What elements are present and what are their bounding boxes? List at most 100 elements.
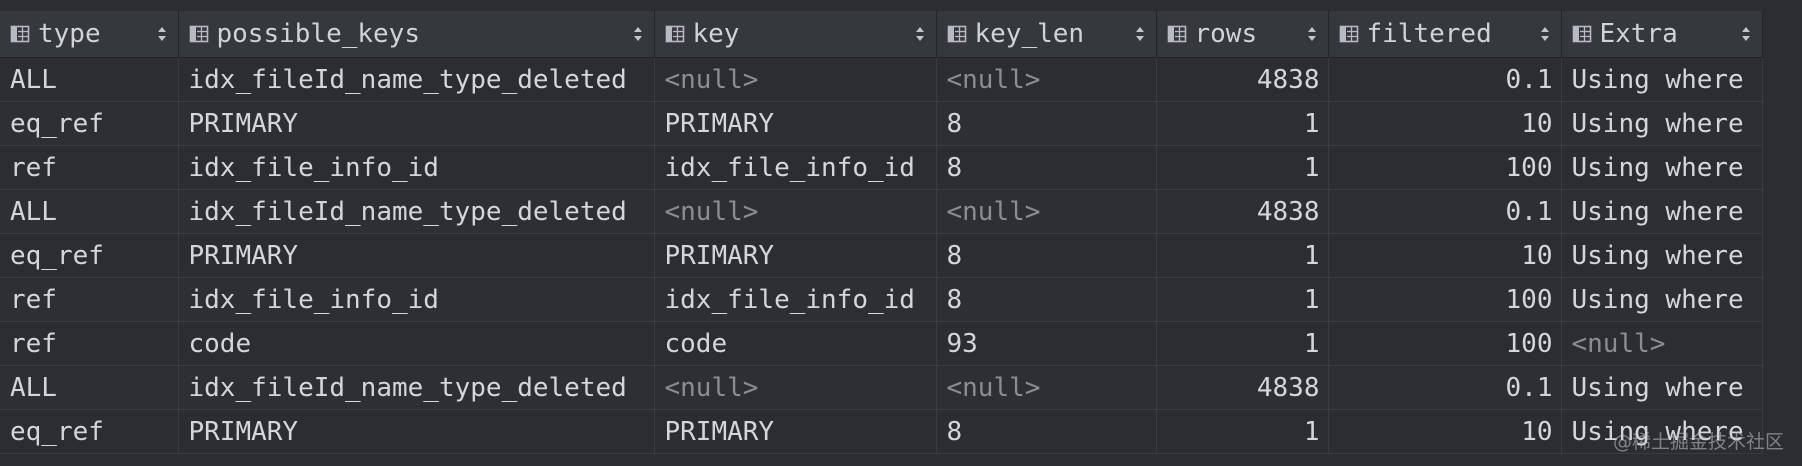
table-row[interactable]: ALL idx_fileId_name_type_deleted <null> <nu… xyxy=(0,57,1763,102)
cell-possible-keys[interactable]: idx_fileId_name_type_deleted xyxy=(178,57,655,102)
watermark: @稀土掘金技术社区 xyxy=(1612,431,1784,453)
cell-possible-keys[interactable]: idx_fileId_name_type_deleted xyxy=(178,365,655,410)
cell-rows[interactable]: 1 xyxy=(1156,101,1329,146)
cell-key[interactable]: <null> xyxy=(654,365,937,410)
sort-arrows-icon[interactable] xyxy=(1134,23,1146,45)
cell-rows[interactable]: 4838 xyxy=(1156,57,1329,102)
cell-key-len[interactable]: <null> xyxy=(936,189,1157,234)
cell-possible-keys[interactable]: idx_fileId_name_type_deleted xyxy=(178,189,655,234)
cell-possible-keys[interactable]: PRIMARY xyxy=(178,233,655,278)
cell-extra[interactable]: Using where xyxy=(1561,189,1763,234)
column-header-filtered[interactable]: filtered xyxy=(1328,11,1562,58)
table-row[interactable]: eq_ref PRIMARY PRIMARY 8 1 10 Using where xyxy=(0,101,1763,146)
cell-type[interactable]: ALL xyxy=(0,57,179,102)
cell-filtered[interactable]: 100 xyxy=(1328,277,1562,322)
table-row[interactable]: ref code code 93 1 100 <null> xyxy=(0,321,1763,366)
table-column-icon xyxy=(665,25,684,43)
cell-possible-keys[interactable]: PRIMARY xyxy=(178,409,655,454)
table-row[interactable]: eq_ref PRIMARY PRIMARY 8 1 10 Using where xyxy=(0,409,1763,454)
cell-filtered[interactable]: 100 xyxy=(1328,321,1562,366)
cell-type[interactable]: ref xyxy=(0,277,179,322)
cell-rows[interactable]: 1 xyxy=(1156,277,1329,322)
cell-extra[interactable]: Using where xyxy=(1561,233,1763,278)
cell-type[interactable]: ALL xyxy=(0,189,179,234)
cell-extra[interactable]: Using where xyxy=(1561,365,1763,410)
column-header-label: key_len xyxy=(974,19,1085,49)
column-header-label: rows xyxy=(1194,19,1258,49)
column-header-possible-keys[interactable]: possible_keys xyxy=(178,11,655,58)
cell-rows[interactable]: 1 xyxy=(1156,321,1329,366)
table-column-icon xyxy=(1572,25,1591,43)
cell-filtered[interactable]: 0.1 xyxy=(1328,57,1562,102)
table-column-icon xyxy=(1339,25,1358,43)
column-header-type[interactable]: type xyxy=(0,11,179,58)
column-header-label: possible_keys xyxy=(216,19,421,49)
cell-possible-keys[interactable]: idx_file_info_id xyxy=(178,145,655,190)
sort-arrows-icon[interactable] xyxy=(1306,23,1318,45)
table-row[interactable]: ALL idx_fileId_name_type_deleted <null> <nu… xyxy=(0,365,1763,410)
cell-extra[interactable]: Using where xyxy=(1561,145,1763,190)
cell-key-len[interactable]: 8 xyxy=(936,145,1157,190)
cell-type[interactable]: eq_ref xyxy=(0,409,179,454)
column-header-key-len[interactable]: key_len xyxy=(936,11,1157,58)
cell-key-len[interactable]: <null> xyxy=(936,57,1157,102)
sort-arrows-icon[interactable] xyxy=(914,23,926,45)
cell-key[interactable]: PRIMARY xyxy=(654,409,937,454)
cell-rows[interactable]: 1 xyxy=(1156,233,1329,278)
cell-extra[interactable]: Using where xyxy=(1561,277,1763,322)
cell-key-len[interactable]: 8 xyxy=(936,277,1157,322)
cell-key[interactable]: <null> xyxy=(654,189,937,234)
column-header-label: type xyxy=(38,19,101,49)
cell-key[interactable]: idx_file_info_id xyxy=(654,145,937,190)
cell-key-len[interactable]: 8 xyxy=(936,409,1157,454)
cell-filtered[interactable]: 10 xyxy=(1328,101,1562,146)
cell-type[interactable]: eq_ref xyxy=(0,233,179,278)
cell-key-len[interactable]: 8 xyxy=(936,233,1157,278)
cell-filtered[interactable]: 10 xyxy=(1328,409,1562,454)
cell-filtered[interactable]: 0.1 xyxy=(1328,365,1562,410)
cell-key[interactable]: idx_file_info_id xyxy=(654,277,937,322)
cell-key[interactable]: <null> xyxy=(654,57,937,102)
column-header-label: filtered xyxy=(1366,19,1492,49)
cell-filtered[interactable]: 100 xyxy=(1328,145,1562,190)
cell-possible-keys[interactable]: PRIMARY xyxy=(178,101,655,146)
cell-extra[interactable]: <null> xyxy=(1561,321,1763,366)
cell-type[interactable]: ref xyxy=(0,145,179,190)
cell-rows[interactable]: 4838 xyxy=(1156,189,1329,234)
cell-possible-keys[interactable]: code xyxy=(178,321,655,366)
cell-filtered[interactable]: 10 xyxy=(1328,233,1562,278)
cell-filtered[interactable]: 0.1 xyxy=(1328,189,1562,234)
cell-rows[interactable]: 1 xyxy=(1156,145,1329,190)
column-header-key[interactable]: key xyxy=(654,11,937,58)
cell-type[interactable]: ALL xyxy=(0,365,179,410)
cell-rows[interactable]: 4838 xyxy=(1156,365,1329,410)
cell-key-len[interactable]: 8 xyxy=(936,101,1157,146)
cell-type[interactable]: eq_ref xyxy=(0,101,179,146)
cell-rows[interactable]: 1 xyxy=(1156,409,1329,454)
cell-extra[interactable]: Using where xyxy=(1561,57,1763,102)
sort-arrows-icon[interactable] xyxy=(632,23,644,45)
column-header-label: Extra xyxy=(1599,19,1678,49)
column-header-extra[interactable]: Extra xyxy=(1561,11,1763,58)
table-row[interactable]: eq_ref PRIMARY PRIMARY 8 1 10 Using where xyxy=(0,233,1763,278)
table-column-icon xyxy=(947,25,966,43)
table-row[interactable]: ALL idx_fileId_name_type_deleted <null> <nu… xyxy=(0,189,1763,234)
explain-result-table: type possible_keys key key_len rows filtered E… xyxy=(0,11,1763,454)
table-row[interactable]: ref idx_file_info_id idx_file_info_id 8 1 100… xyxy=(0,145,1763,190)
cell-type[interactable]: ref xyxy=(0,321,179,366)
cell-key[interactable]: PRIMARY xyxy=(654,101,937,146)
cell-extra[interactable]: Using where xyxy=(1561,101,1763,146)
cell-possible-keys[interactable]: idx_file_info_id xyxy=(178,277,655,322)
table-column-icon xyxy=(1167,25,1186,43)
table-row[interactable]: ref idx_file_info_id idx_file_info_id 8 1 100… xyxy=(0,277,1763,322)
sort-arrows-icon[interactable] xyxy=(1539,23,1551,45)
header-row: type possible_keys key key_len rows filtered E… xyxy=(0,11,1763,58)
result-grid: type possible_keys key key_len rows filtered E… xyxy=(0,0,1802,466)
sort-arrows-icon[interactable] xyxy=(1740,23,1752,45)
cell-key-len[interactable]: 93 xyxy=(936,321,1157,366)
cell-key[interactable]: PRIMARY xyxy=(654,233,937,278)
cell-key-len[interactable]: <null> xyxy=(936,365,1157,410)
column-header-rows[interactable]: rows xyxy=(1156,11,1329,58)
sort-arrows-icon[interactable] xyxy=(156,23,168,45)
cell-key[interactable]: code xyxy=(654,321,937,366)
